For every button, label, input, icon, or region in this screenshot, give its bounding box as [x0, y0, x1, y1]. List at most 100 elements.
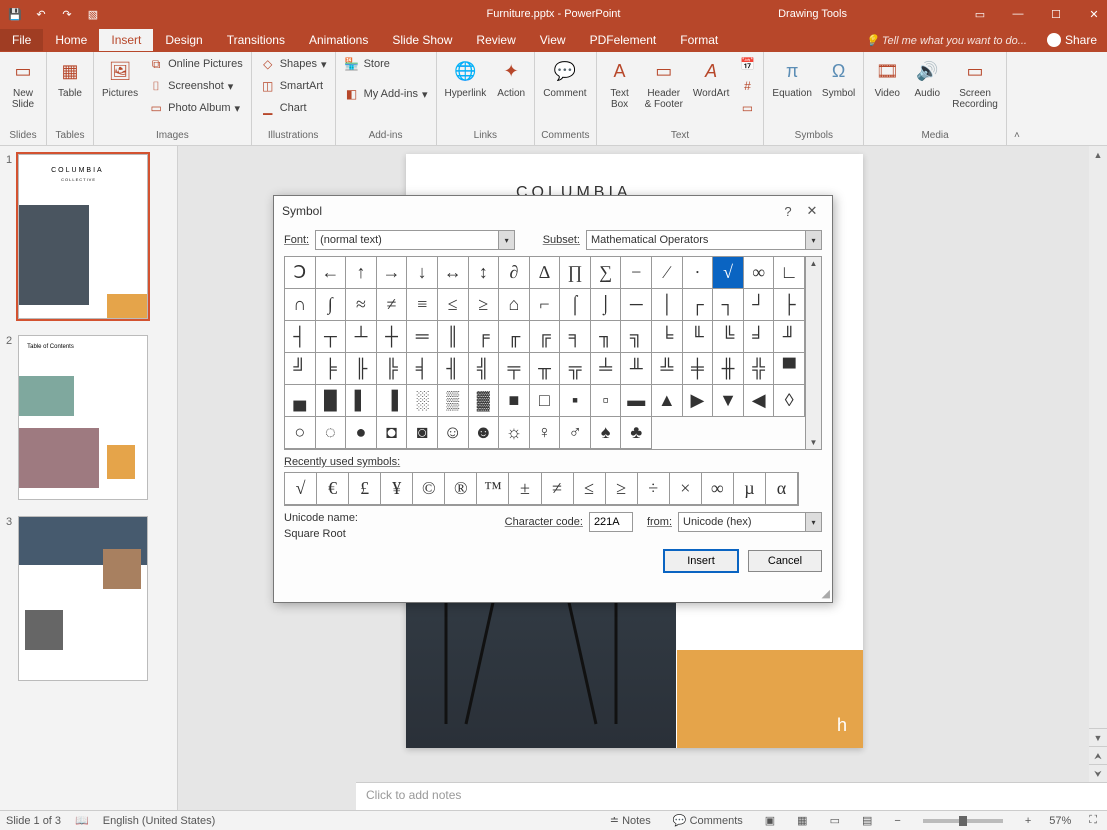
recent-symbol-cell[interactable]: © [413, 473, 445, 505]
symbol-cell[interactable]: − [621, 257, 652, 289]
symbol-cell[interactable]: ↓ [407, 257, 438, 289]
shapes-button[interactable]: ◇Shapes ▾ [258, 54, 329, 74]
symbol-cell[interactable]: ▪ [560, 385, 591, 417]
font-dropdown[interactable]: (normal text)▾ [315, 230, 515, 250]
symbol-cell[interactable]: ♀ [530, 417, 561, 449]
symbol-cell[interactable]: ● [346, 417, 377, 449]
symbol-cell[interactable]: ☺ [438, 417, 469, 449]
symbol-cell[interactable]: ┘ [744, 289, 775, 321]
share-button[interactable]: Share [1037, 33, 1107, 48]
symbol-cell[interactable]: √ [713, 257, 744, 289]
store-button[interactable]: 🏪Store [342, 54, 430, 74]
symbol-cell[interactable]: ♠ [591, 417, 622, 449]
symbol-cell[interactable]: ◀ [744, 385, 775, 417]
help-button[interactable]: ? [776, 204, 800, 219]
symbol-cell[interactable]: ─ [621, 289, 652, 321]
spellcheck-icon[interactable]: 📖 [75, 814, 89, 827]
symbol-cell[interactable]: ≤ [438, 289, 469, 321]
symbol-cell[interactable]: ╛ [744, 321, 775, 353]
symbol-cell[interactable]: ∏ [560, 257, 591, 289]
symbol-cell[interactable]: █ [316, 385, 347, 417]
symbol-cell[interactable]: □ [530, 385, 561, 417]
symbol-cell[interactable]: ∞ [744, 257, 775, 289]
notes-toggle[interactable]: ≐ Notes [606, 814, 655, 827]
recent-symbol-cell[interactable]: √ [285, 473, 317, 505]
recent-symbol-cell[interactable]: µ [734, 473, 766, 505]
symbol-cell[interactable]: ╧ [591, 353, 622, 385]
notes-input[interactable]: Click to add notes [356, 782, 1107, 810]
comment-button[interactable]: 💬Comment [541, 54, 588, 101]
symbol-cell[interactable]: ≠ [377, 289, 408, 321]
symbol-cell[interactable]: ∙ [683, 257, 714, 289]
recent-symbol-cell[interactable]: × [670, 473, 702, 505]
tab-design[interactable]: Design [153, 29, 214, 51]
tab-insert[interactable]: Insert [99, 29, 153, 51]
tab-review[interactable]: Review [464, 29, 527, 51]
vertical-scrollbar[interactable]: ▲ ▼ ⮝ ⮟ [1089, 146, 1107, 782]
photo-album-button[interactable]: ▭Photo Album ▾ [146, 98, 245, 118]
my-addins-button[interactable]: ◧My Add-ins ▾ [342, 84, 430, 104]
slide-indicator[interactable]: Slide 1 of 3 [6, 815, 61, 827]
symbol-cell[interactable]: ╨ [621, 353, 652, 385]
symbol-cell[interactable]: ▓ [469, 385, 500, 417]
symbol-cell[interactable]: ▀ [774, 353, 805, 385]
cancel-button[interactable]: Cancel [748, 550, 822, 572]
symbol-cell[interactable]: ╟ [346, 353, 377, 385]
recent-symbol-cell[interactable]: ÷ [638, 473, 670, 505]
symbol-cell[interactable]: ░ [407, 385, 438, 417]
symbol-cell[interactable]: ▲ [652, 385, 683, 417]
insert-button[interactable]: Insert [664, 550, 738, 572]
from-dropdown[interactable]: Unicode (hex)▾ [678, 512, 822, 532]
symbol-cell[interactable]: ▫ [591, 385, 622, 417]
header-footer-button[interactable]: ▭Header & Footer [643, 54, 685, 112]
slide-panel[interactable]: 1 COLUMBIA COLLECTIVE 2 Table of Content… [0, 146, 178, 810]
comments-toggle[interactable]: 💬 Comments [669, 814, 747, 827]
recent-symbol-cell[interactable]: ¥ [381, 473, 413, 505]
minimize-icon[interactable]: — [1009, 8, 1027, 21]
charcode-input[interactable] [589, 512, 633, 532]
start-from-beginning-icon[interactable]: ▧ [84, 5, 102, 23]
tab-home[interactable]: Home [43, 29, 99, 51]
audio-button[interactable]: 🔊Audio [910, 54, 944, 101]
reading-view-icon[interactable]: ▭ [826, 814, 844, 827]
symbol-cell[interactable]: ∂ [499, 257, 530, 289]
video-button[interactable]: 🎞Video [870, 54, 904, 101]
symbol-cell[interactable]: ♣ [621, 417, 652, 449]
symbol-cell[interactable]: ╘ [652, 321, 683, 353]
symbol-cell[interactable]: ■ [499, 385, 530, 417]
normal-view-icon[interactable]: ▣ [761, 814, 779, 827]
recent-symbol-cell[interactable]: ∞ [702, 473, 734, 505]
screen-recording-button[interactable]: ▭Screen Recording [950, 54, 1000, 112]
tab-view[interactable]: View [528, 29, 578, 51]
action-button[interactable]: ✦Action [494, 54, 528, 101]
symbol-cell[interactable]: ┬ [316, 321, 347, 353]
symbol-cell[interactable]: ╖ [591, 321, 622, 353]
save-icon[interactable]: 💾 [6, 5, 24, 23]
symbol-cell[interactable]: ╞ [316, 353, 347, 385]
tell-me-input[interactable]: 💡 Tell me what you want to do... [865, 34, 1037, 47]
tab-pdfelement[interactable]: PDFelement [578, 29, 669, 51]
symbol-cell[interactable]: ╪ [683, 353, 714, 385]
symbol-cell[interactable]: ○ [285, 417, 316, 449]
next-slide-icon[interactable]: ⮟ [1089, 764, 1107, 782]
recent-symbol-cell[interactable]: ™ [477, 473, 509, 505]
subset-dropdown[interactable]: Mathematical Operators▾ [586, 230, 822, 250]
recent-symbol-cell[interactable]: ≥ [606, 473, 638, 505]
resize-grip-icon[interactable]: ◢ [822, 587, 830, 600]
symbol-cell[interactable]: ┴ [346, 321, 377, 353]
symbol-cell[interactable]: ∟ [774, 257, 805, 289]
symbol-cell[interactable]: │ [652, 289, 683, 321]
recent-symbol-cell[interactable]: ≠ [542, 473, 574, 505]
sorter-view-icon[interactable]: ▦ [793, 814, 811, 827]
symbol-cell[interactable]: ▼ [713, 385, 744, 417]
slide-thumbnail-2[interactable]: Table of Contents [18, 335, 148, 500]
symbol-cell[interactable]: ╦ [560, 353, 591, 385]
symbol-cell[interactable]: Ↄ [285, 257, 316, 289]
symbol-cell[interactable]: ≡ [407, 289, 438, 321]
symbol-cell[interactable]: ☼ [499, 417, 530, 449]
new-slide-button[interactable]: ▭New Slide [6, 54, 40, 112]
symbol-cell[interactable]: ⌠ [560, 289, 591, 321]
symbol-cell[interactable]: ▬ [621, 385, 652, 417]
tab-transitions[interactable]: Transitions [215, 29, 297, 51]
zoom-out-button[interactable]: − [890, 815, 904, 827]
